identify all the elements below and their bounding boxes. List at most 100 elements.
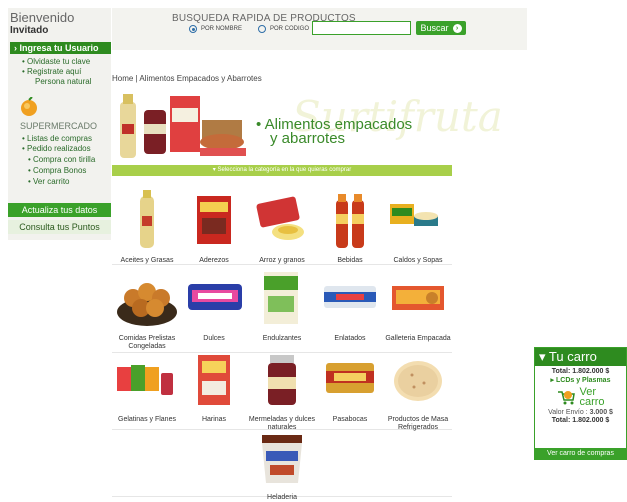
category-label: Arroz y granos [259, 257, 305, 264]
category-label: Endulzantes [262, 335, 302, 342]
arrow-right-icon: › [452, 23, 462, 33]
category-masa-refrigerados[interactable]: Productos de Masa Refrigerados [384, 355, 452, 432]
snack-can-icon [326, 363, 374, 393]
view-shopping-cart-link[interactable]: Ver carro de compras [535, 448, 626, 459]
orange-icon [21, 97, 37, 116]
category-aceites[interactable]: Aceites y Grasas [113, 190, 181, 265]
view-cart-link[interactable]: • Ver carrito [28, 177, 70, 187]
view-cart-label: Ver carrito [33, 177, 70, 186]
triangle-down-icon: ▾ [212, 167, 216, 173]
supermarket-title: SUPERMERCADO [20, 121, 98, 131]
cookie-pack-icon [392, 286, 444, 310]
category-label: Aderezos [199, 257, 229, 264]
category-mermeladas[interactable]: Mermeladas y dulces naturales [248, 355, 316, 432]
category-label: Harinas [201, 416, 227, 423]
category-endulzantes[interactable]: Endulzantes [248, 268, 316, 343]
category-label: Enlatados [334, 335, 366, 342]
shipping-label: Valor Envío : [548, 409, 588, 416]
category-select-label: Selecciona la categoría en la que quiera… [217, 167, 352, 173]
login-link[interactable]: › Ingresa tu Usuario [10, 42, 111, 54]
forgot-password-link[interactable]: • Olvidaste tu clave [22, 57, 90, 67]
category-gelatinas[interactable]: Gelatinas y Flanes [113, 355, 181, 424]
ice-cream-tub-icon [262, 435, 302, 483]
category-harinas[interactable]: Harinas [180, 355, 248, 424]
cart-header: ▾ Tu carro [535, 348, 626, 366]
buy-vouchers-link[interactable]: • Compra Bonos [28, 166, 86, 176]
category-comidas[interactable]: Comidas Prelistas Congeladas [113, 268, 181, 351]
shopping-lists-label: Listas de compras [27, 134, 92, 143]
receipt-purchase-label: Compra con tirilla [33, 155, 96, 164]
category-galleteria[interactable]: Galleteria Empacada [384, 268, 452, 343]
triangle-down-icon: ▾ [539, 349, 546, 364]
cart-total2-value: 1.802.000 $ [572, 417, 610, 424]
register-label: Registrate aquí [27, 67, 82, 76]
category-caldos[interactable]: Caldos y Sopas [384, 190, 452, 265]
shipping-value: 3.000 $ [589, 409, 613, 416]
banner-title-line2: y abarrotes [270, 130, 346, 147]
search-by-code-radio[interactable] [258, 25, 267, 33]
search-input[interactable] [312, 21, 411, 35]
category-dulces[interactable]: Dulces [180, 268, 248, 343]
natural-person-link[interactable]: Persona natural [35, 77, 91, 87]
buy-vouchers-label: Compra Bonos [33, 166, 87, 175]
shopping-cart-icon [558, 391, 576, 405]
category-label: Heladeria [267, 494, 297, 501]
sweetener-pack-icon [264, 272, 298, 324]
tin-can-icon [324, 286, 376, 308]
category-label: Dulces [203, 335, 225, 342]
guest-text: Invitado [10, 25, 49, 36]
cart-total-row-2: Total: 1.802.000 $ [535, 417, 626, 424]
category-bebidas[interactable]: Bebidas [316, 190, 384, 265]
jam-jar-icon [268, 355, 296, 405]
category-label: Productos de Masa Refrigerados [387, 416, 449, 431]
category-label: Caldos y Sopas [393, 257, 443, 264]
rice-pack-icon [256, 196, 304, 240]
category-arroz[interactable]: Arroz y granos [248, 190, 316, 265]
category-heladeria[interactable]: Heladeria [248, 433, 316, 502]
register-link[interactable]: • Registrate aquí [22, 67, 81, 77]
frozen-food-icon [117, 283, 177, 326]
search-button[interactable]: Buscar › [416, 21, 466, 35]
category-label: Aceites y Grasas [120, 257, 174, 264]
orders-label: Pedido realizados [27, 144, 91, 153]
soup-box-icon [390, 204, 438, 226]
search-by-name-radio[interactable] [189, 25, 197, 33]
category-label: Pasabocas [332, 416, 368, 423]
cart-total2-label: Total: [551, 417, 571, 424]
view-cart-button[interactable]: Ver carro [535, 387, 626, 408]
receipt-purchase-link[interactable]: • Compra con tirilla [28, 155, 95, 165]
oil-bottle-icon [140, 190, 154, 248]
shopping-lists-link[interactable]: • Listas de compras [22, 134, 92, 144]
cart-total-label: Total: [551, 368, 571, 375]
gelatin-boxes-icon [117, 365, 173, 395]
category-pasabocas[interactable]: Pasabocas [316, 355, 384, 424]
search-button-label: Buscar [420, 23, 449, 33]
welcome-text: Bienvenido [10, 10, 75, 25]
category-enlatados[interactable]: Enlatados [316, 268, 384, 343]
drink-bottles-icon [336, 194, 364, 248]
cart-total-value: 1.802.000 $ [572, 368, 610, 375]
flour-bag-icon [198, 355, 230, 405]
category-label: Bebidas [337, 257, 363, 264]
view-cart-line2: carro [579, 396, 605, 408]
dressing-bag-icon [197, 196, 231, 244]
login-label: Ingresa tu Usuario [19, 43, 99, 53]
cart-title: Tu carro [548, 349, 597, 364]
cart-item-label: LCDs y Plasmas [555, 377, 611, 384]
check-points-button[interactable]: Consulta tus Puntos [8, 220, 111, 234]
category-select-bar: ▾ Selecciona la categoría en la que quie… [112, 165, 452, 176]
forgot-label: Olvidaste tu clave [27, 57, 91, 66]
banner-products-image [120, 94, 246, 158]
triangle-right-icon: ▸ [550, 377, 555, 384]
cart-item-link[interactable]: ▸ LCDs y Plasmas [535, 376, 626, 384]
cart-widget: ▾ Tu carro Total: 1.802.000 $ ▸ LCDs y P… [534, 347, 627, 460]
arrow-icon: › [14, 43, 17, 53]
update-data-button[interactable]: Actualiza tus datos [8, 203, 111, 217]
breadcrumb: Home | Alimentos Empacados y Abarrotes [112, 74, 262, 83]
cart-total-row: Total: 1.802.000 $ [535, 368, 626, 375]
orders-link[interactable]: • Pedido realizados [22, 144, 91, 154]
category-aderezos[interactable]: Aderezos [180, 190, 248, 265]
category-label: Gelatinas y Flanes [118, 416, 176, 423]
tortilla-icon [394, 361, 442, 401]
natural-person-label: Persona natural [35, 77, 92, 86]
